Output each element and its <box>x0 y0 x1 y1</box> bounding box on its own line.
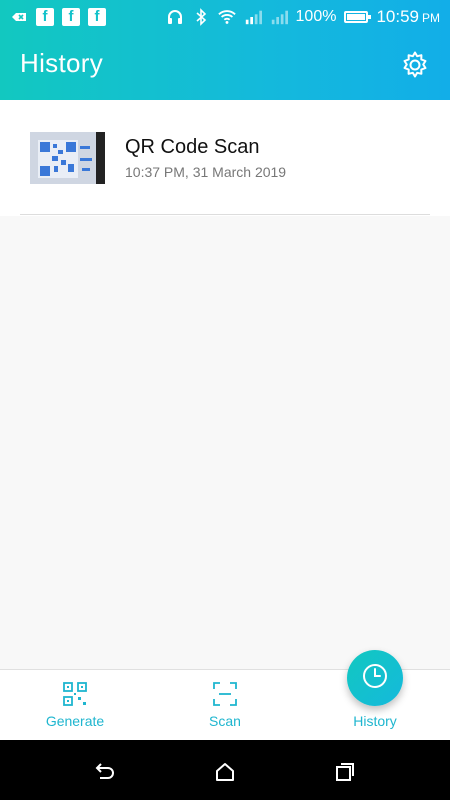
time-text: 10:59 <box>376 7 419 26</box>
qr-code-icon <box>62 681 88 707</box>
nav-scan-label: Scan <box>209 713 241 729</box>
home-icon[interactable] <box>213 760 237 784</box>
nav-generate[interactable]: Generate <box>0 670 150 741</box>
clock-time: 10:59 PM <box>376 7 440 27</box>
history-list: QR Code Scan 10:37 PM, 31 March 2019 <box>0 100 450 216</box>
back-icon[interactable] <box>92 760 116 784</box>
signal-1-icon <box>244 8 262 26</box>
nav-generate-label: Generate <box>45 713 105 729</box>
facebook-icon: f <box>62 8 80 26</box>
nav-history-label: History <box>353 713 397 729</box>
headset-icon <box>166 8 184 26</box>
facebook-icon: f <box>36 8 54 26</box>
system-navigation-bar <box>0 740 450 800</box>
qr-thumbnail-image <box>30 132 105 184</box>
status-bar: f f f 100% 10:59 PM <box>0 0 450 34</box>
signal-2-icon <box>270 8 288 26</box>
wifi-icon <box>217 8 236 26</box>
history-fab[interactable] <box>347 650 403 706</box>
history-item[interactable]: QR Code Scan 10:37 PM, 31 March 2019 <box>0 100 450 216</box>
recent-apps-icon[interactable] <box>333 760 357 784</box>
nav-scan[interactable]: Scan <box>150 670 300 741</box>
ampm-text: PM <box>422 11 440 25</box>
divider <box>20 214 430 215</box>
battery-percent: 100% <box>295 8 337 25</box>
facebook-icon: f <box>88 8 106 26</box>
app-bar: f f f 100% 10:59 PM History <box>0 0 450 100</box>
battery-icon <box>344 11 372 23</box>
history-item-title: QR Code Scan <box>125 136 260 158</box>
clock-icon <box>361 662 389 695</box>
settings-gear-icon[interactable] <box>400 50 430 80</box>
usb-icon <box>10 8 28 26</box>
page-title: History <box>20 48 103 78</box>
bluetooth-icon <box>192 8 210 26</box>
history-item-timestamp: 10:37 PM, 31 March 2019 <box>125 164 287 180</box>
scan-frame-icon <box>212 681 238 707</box>
